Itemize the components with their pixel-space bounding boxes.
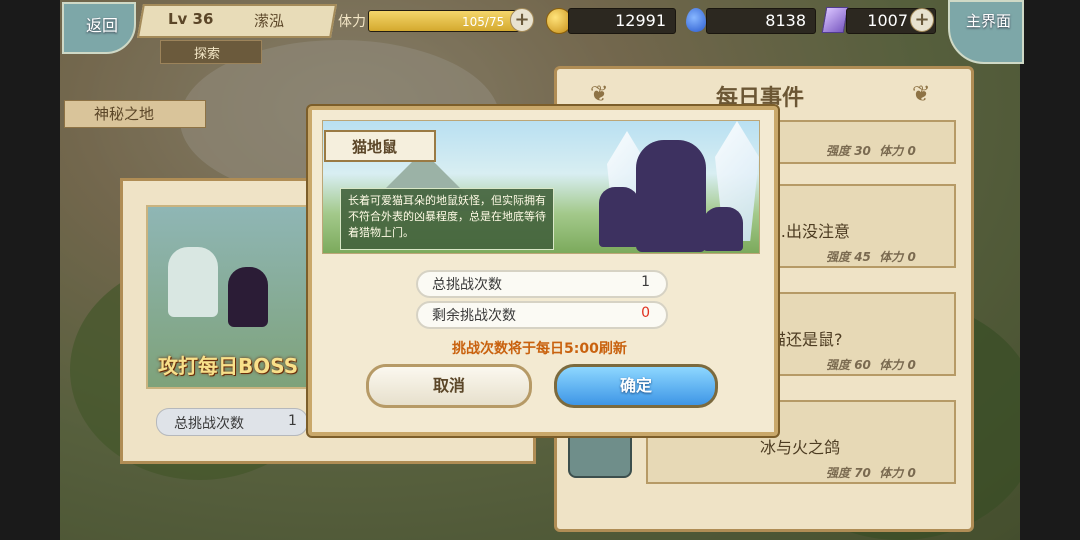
left-ornament-icon: ❦ [590,82,609,107]
add-gem-button[interactable]: + [910,8,934,32]
add-stamina-button[interactable]: + [510,8,534,32]
boss-name: 猫地鼠 [352,138,398,156]
boss-character [636,140,706,252]
player-level-plate [137,4,337,38]
remaining-challenges-value: 0 [641,305,650,321]
right-ornament-icon: ❦ [912,82,931,107]
daily-boss-banner: 攻打每日BOSS [158,354,299,378]
gold-value: 12991 [615,11,666,30]
event-name: 冰与火之鸽 [760,438,841,457]
total-challenges-label: 总挑战次数 [432,277,502,293]
left-count-label: 总挑战次数 [174,416,244,432]
crystal-drop-icon [686,8,706,32]
stamina-label: 体力 [338,14,366,30]
event-name: …出没注意 [770,222,851,241]
boss-description: 长着可爱猫耳朵的地鼠妖怪，但实际拥有不符合外表的凶暴程度，总是在地底等待着猎物上… [348,194,546,239]
cancel-button[interactable]: 取消 [366,364,532,408]
player-name: 潆泓 [254,12,285,30]
stamina-value: 105/75 [462,15,505,29]
area-title: 神秘之地 [94,105,155,123]
refresh-note: 挑战次数将于每日5:00刷新 [452,341,627,357]
mode-label: 探索 [194,47,221,62]
event-stats: 强度 60 体力 0 [826,358,916,372]
left-count-value: 1 [288,413,297,429]
event-stats: 强度 30 体力 0 [826,144,916,158]
remaining-challenges-label: 剩余挑战次数 [432,308,516,324]
crystal-value: 8138 [765,11,806,30]
home-label: 主界面 [966,12,1012,30]
back-label: 返回 [86,16,119,35]
event-stats: 强度 45 体力 0 [826,250,916,264]
confirm-button[interactable]: 确定 [554,364,718,408]
player-level: Lv 36 [168,10,214,28]
event-name: 猫还是鼠? [770,330,843,349]
event-stats: 强度 70 体力 0 [826,466,916,480]
gem-value: 1007 [867,11,908,30]
total-challenges-value: 1 [641,274,650,290]
